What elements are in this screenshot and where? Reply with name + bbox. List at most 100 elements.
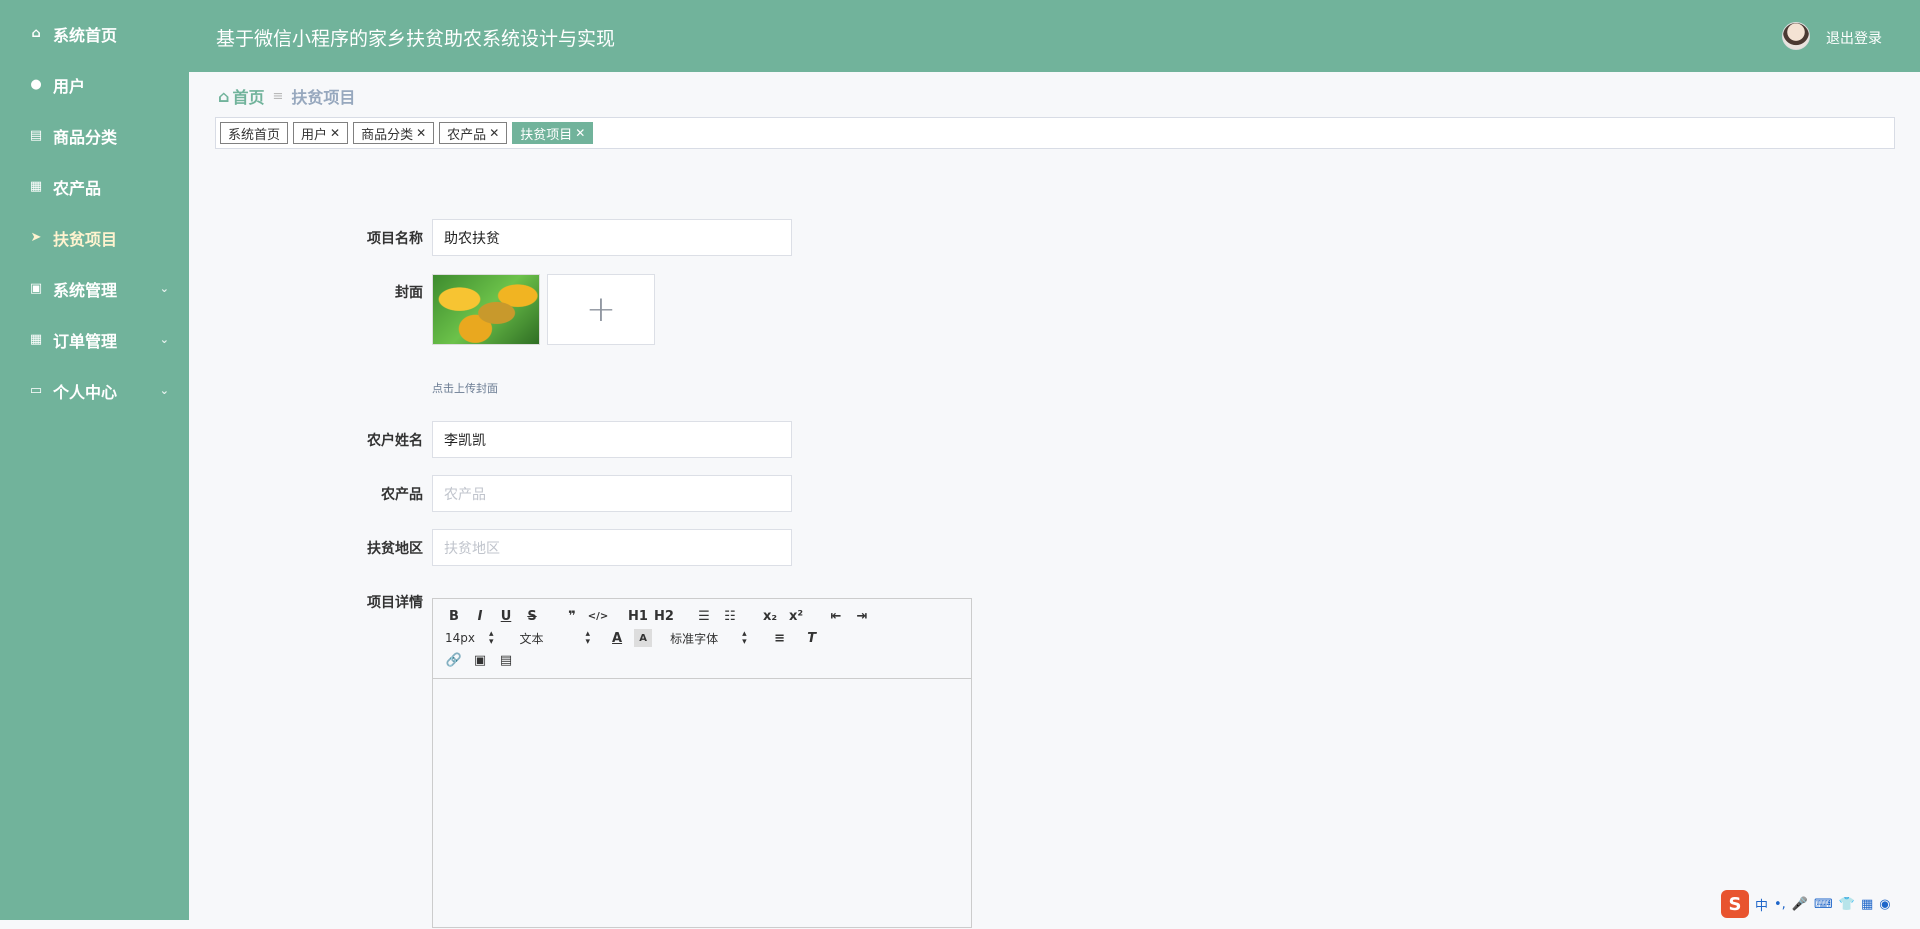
ime-toolbar: S 中 •, 🎤 ⌨ 👕 ▦ ◉ [1715, 888, 1920, 920]
toolbar-row-1: B I U S ❞ </> H1 H2 ☰ ☷ x₂ x² ⇤ ⇥ [445, 607, 879, 625]
home-icon: ⌂ [27, 26, 45, 41]
app-title: 基于微信小程序的家乡扶贫助农系统设计与实现 [216, 24, 615, 51]
bullet-list-icon[interactable]: ☷ [721, 607, 739, 625]
avatar[interactable] [1782, 22, 1810, 50]
product-input[interactable]: 农产品 [432, 475, 792, 512]
send-icon: ➤ [27, 230, 45, 245]
superscript-button[interactable]: x² [787, 607, 805, 625]
rich-text-editor: B I U S ❞ </> H1 H2 ☰ ☷ x₂ x² ⇤ ⇥ 14px ▴… [432, 598, 972, 928]
tags-bar: 系统首页 用户 ✕ 商品分类 ✕ 农产品 ✕ 扶贫项目 ✕ [215, 117, 1895, 149]
skin-icon[interactable]: 👕 [1839, 897, 1855, 912]
region-label: 扶贫地区 [308, 538, 423, 558]
cover-label: 封面 [308, 282, 423, 302]
upload-tip: 点击上传封面 [432, 380, 498, 396]
sidebar-item-order-management[interactable]: ▦ 订单管理 ⌄ [0, 314, 189, 365]
breadcrumb-separator-icon: ≡ [272, 89, 283, 104]
card-icon: ▭ [27, 383, 45, 398]
bold-button[interactable]: B [445, 607, 463, 625]
header-1-button[interactable]: H1 [629, 607, 647, 625]
font-family-value: 标准字体 [670, 630, 718, 647]
header-select[interactable]: 文本 ▴▾ [520, 630, 591, 647]
close-icon[interactable]: ✕ [416, 126, 426, 140]
sidebar-item-label: 订单管理 [53, 328, 117, 352]
chevron-down-icon: ⌄ [160, 333, 169, 346]
tag-label: 用户 [301, 124, 327, 143]
sidebar-item-label: 商品分类 [53, 124, 117, 148]
document-icon: ▤ [27, 128, 45, 143]
plus-icon: + [586, 289, 616, 330]
chevron-down-icon: ⌄ [160, 384, 169, 397]
tag-home[interactable]: 系统首页 [220, 122, 288, 144]
editor-content[interactable] [433, 679, 971, 929]
keyboard-icon[interactable]: ⌨ [1814, 897, 1833, 912]
sidebar-item-label: 扶贫项目 [53, 226, 117, 250]
sidebar-item-system-management[interactable]: ▣ 系统管理 ⌄ [0, 263, 189, 314]
region-input[interactable]: 扶贫地区 [432, 529, 792, 566]
sidebar-item-label: 个人中心 [53, 379, 117, 403]
close-icon[interactable]: ✕ [575, 126, 585, 140]
sidebar-item-personal-center[interactable]: ▭ 个人中心 ⌄ [0, 365, 189, 416]
grid-icon: ▦ [27, 332, 45, 347]
sidebar-item-category[interactable]: ▤ 商品分类 [0, 110, 189, 161]
link-icon[interactable]: 🔗 [445, 651, 463, 669]
tag-category[interactable]: 商品分类 ✕ [353, 122, 434, 144]
grid-icon: ▦ [27, 179, 45, 194]
sidebar-item-label: 系统首页 [53, 22, 117, 46]
product-label: 农产品 [308, 484, 423, 504]
image-icon[interactable]: ▣ [471, 651, 489, 669]
toolbar-row-2: 14px ▴▾ 文本 ▴▾ A A 标准字体 ▴▾ ≡ T [445, 629, 829, 647]
breadcrumb: ⌂ 首页 ≡ 扶贫项目 [218, 84, 355, 108]
microphone-icon[interactable]: 🎤 [1792, 897, 1808, 912]
align-icon[interactable]: ≡ [771, 629, 789, 647]
close-icon[interactable]: ✕ [330, 126, 340, 140]
breadcrumb-current: 扶贫项目 [291, 84, 355, 108]
header-value: 文本 [520, 630, 544, 647]
font-size-select[interactable]: 14px ▴▾ [445, 630, 494, 646]
punctuation-icon[interactable]: •, [1774, 897, 1786, 912]
farmer-name-input[interactable]: 李凯凯 [432, 421, 792, 458]
font-family-select[interactable]: 标准字体 ▴▾ [670, 630, 747, 647]
close-icon[interactable]: ✕ [489, 126, 499, 140]
project-name-label: 项目名称 [308, 228, 423, 248]
breadcrumb-home[interactable]: 首页 [232, 84, 264, 108]
logout-button[interactable]: 退出登录 [1826, 28, 1882, 48]
sidebar-item-label: 用户 [53, 73, 85, 97]
strike-button[interactable]: S [523, 607, 541, 625]
cover-image[interactable] [432, 274, 540, 345]
tag-label: 系统首页 [228, 124, 280, 143]
indent-icon[interactable]: ⇥ [853, 607, 871, 625]
ime-mode[interactable]: 中 [1755, 895, 1768, 914]
farmer-name-label: 农户姓名 [308, 430, 423, 450]
settings-icon[interactable]: ◉ [1879, 897, 1890, 912]
italic-button[interactable]: I [471, 607, 489, 625]
code-block-button[interactable]: </> [589, 607, 607, 625]
ordered-list-icon[interactable]: ☰ [695, 607, 713, 625]
upload-cover-button[interactable]: + [547, 274, 655, 345]
tag-users[interactable]: 用户 ✕ [293, 122, 348, 144]
text-color-icon[interactable]: A [608, 629, 626, 647]
tag-poverty-projects[interactable]: 扶贫项目 ✕ [512, 122, 593, 144]
blockquote-button[interactable]: ❞ [563, 607, 581, 625]
sidebar-item-home[interactable]: ⌂ 系统首页 [0, 8, 189, 59]
select-arrows-icon: ▴▾ [742, 630, 747, 646]
background-color-icon[interactable]: A [634, 629, 652, 647]
underline-button[interactable]: U [497, 607, 515, 625]
subscript-button[interactable]: x₂ [761, 607, 779, 625]
outdent-icon[interactable]: ⇤ [827, 607, 845, 625]
video-icon[interactable]: ▤ [497, 651, 515, 669]
sidebar-item-label: 农产品 [53, 175, 101, 199]
editor-toolbar: B I U S ❞ </> H1 H2 ☰ ☷ x₂ x² ⇤ ⇥ 14px ▴… [433, 599, 971, 679]
header-2-button[interactable]: H2 [655, 607, 673, 625]
clipboard-icon: ▣ [27, 281, 45, 296]
user-icon: ● [27, 77, 45, 92]
clear-format-icon[interactable]: T [803, 629, 821, 647]
sidebar-item-products[interactable]: ▦ 农产品 [0, 161, 189, 212]
apps-icon[interactable]: ▦ [1861, 897, 1873, 912]
sogou-logo-icon[interactable]: S [1721, 890, 1749, 918]
tag-products[interactable]: 农产品 ✕ [439, 122, 507, 144]
sidebar-item-users[interactable]: ● 用户 [0, 59, 189, 110]
sidebar: ⌂ 系统首页 ● 用户 ▤ 商品分类 ▦ 农产品 ➤ 扶贫项目 ▣ 系统管理 ⌄… [0, 0, 189, 920]
project-name-input[interactable]: 助农扶贫 [432, 219, 792, 256]
sidebar-item-poverty-projects[interactable]: ➤ 扶贫项目 [0, 212, 189, 263]
chevron-down-icon: ⌄ [160, 282, 169, 295]
